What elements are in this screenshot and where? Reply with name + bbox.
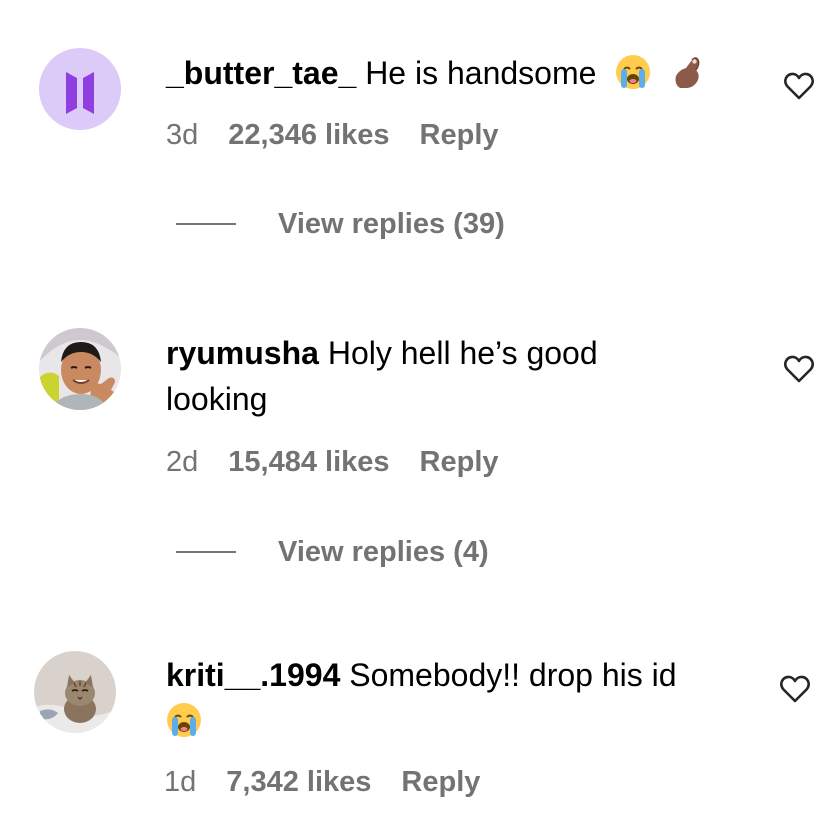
comment-body: Somebody!! drop his id <box>349 657 677 693</box>
avatar[interactable] <box>34 651 116 733</box>
comment-time: 1d <box>164 766 197 798</box>
comment-meta: 1d 7,342 likes Reply <box>164 764 480 800</box>
loudly-crying-face-icon <box>166 702 202 738</box>
comment-3: kriti__.1994 Somebody!! drop his id 1d 7,… <box>0 0 836 834</box>
comment-username[interactable]: kriti__.1994 <box>166 657 340 693</box>
heart-icon <box>779 675 811 703</box>
kitten-photo-icon <box>34 651 116 733</box>
comment-text: kriti__.1994 Somebody!! drop his id <box>166 652 726 744</box>
reply-button[interactable]: Reply <box>401 766 480 798</box>
likes-count[interactable]: 7,342 likes <box>226 766 371 798</box>
like-button[interactable] <box>778 672 812 706</box>
